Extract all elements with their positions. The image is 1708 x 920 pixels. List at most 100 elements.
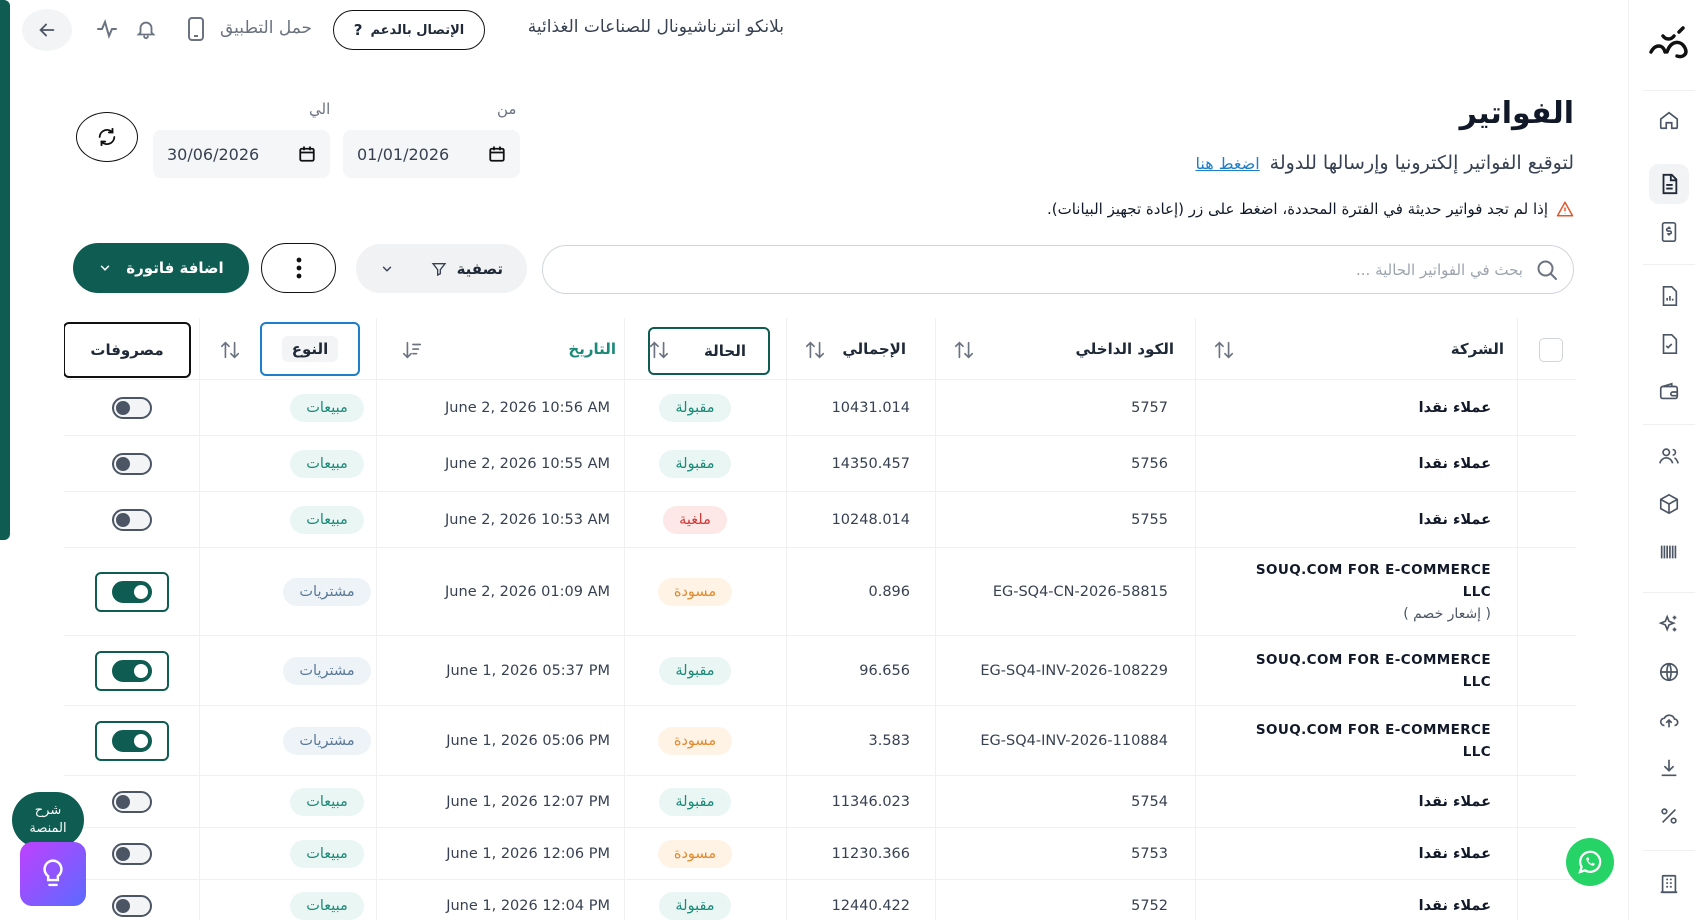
percent-icon: [1661, 808, 1677, 824]
table-row[interactable]: عملاء نقدا 5755 10248.014 ملغية June 2, …: [64, 492, 1576, 548]
to-date-input[interactable]: 30/06/2026: [153, 130, 330, 178]
total-cell: 3.583: [868, 732, 910, 749]
to-date-label: الي: [309, 100, 331, 118]
sidebar-item-taxes[interactable]: [1649, 796, 1689, 836]
expense-toggle[interactable]: [112, 842, 152, 865]
sidebar-item-barcodes[interactable]: [1649, 532, 1689, 572]
table-row[interactable]: SOUQ.COM FOR E-COMMERCE LLC ( إشعار خصم …: [64, 548, 1576, 636]
sidebar-item-customers[interactable]: [1649, 436, 1689, 476]
sort-descending-icon[interactable]: [401, 339, 423, 361]
search-input[interactable]: بحث في الفواتير الحالية ...: [1356, 261, 1523, 279]
sort-icon[interactable]: [953, 339, 975, 361]
code-cell: EG-SQ4-INV-2026-108229: [980, 662, 1168, 679]
bell-icon[interactable]: [133, 16, 159, 42]
add-invoice-label: اضافة فاتورة: [126, 259, 224, 277]
company-cell: SOUQ.COM FOR E-COMMERCE LLC ( إشعار خصم …: [1231, 548, 1491, 635]
sort-icon[interactable]: [219, 339, 241, 361]
sidebar-item-ai[interactable]: [1649, 604, 1689, 644]
barcode-icon: [1660, 545, 1677, 559]
sidebar-item-home[interactable]: [1649, 100, 1689, 140]
expense-toggle[interactable]: [112, 452, 152, 475]
more-options-button[interactable]: [261, 243, 336, 293]
refresh-data-button[interactable]: [76, 112, 138, 162]
status-badge: مقبولة: [659, 449, 731, 478]
sort-icon[interactable]: [1213, 339, 1235, 361]
brand-logo: [1649, 26, 1688, 59]
sidebar-item-products[interactable]: [1649, 484, 1689, 524]
expense-toggle[interactable]: [112, 396, 152, 419]
company-name-line: LLC: [1462, 673, 1491, 690]
add-invoice-button[interactable]: اضافة فاتورة: [73, 243, 249, 293]
table-row[interactable]: SOUQ.COM FOR E-COMMERCE LLC EG-SQ4-INV-2…: [64, 636, 1576, 706]
whatsapp-button[interactable]: [1566, 838, 1614, 886]
refresh-icon: [98, 127, 116, 147]
search-icon: [1537, 260, 1557, 280]
sidebar-item-global[interactable]: [1649, 652, 1689, 692]
table-row[interactable]: عملاء نقدا 5752 12440.422 مقبولة June 1,…: [64, 880, 1576, 920]
column-internal-code[interactable]: الكود الداخلي: [1075, 318, 1174, 380]
type-badge: مبيعات: [290, 505, 364, 534]
table-row[interactable]: عملاء نقدا 5756 14350.457 مقبولة June 2,…: [64, 436, 1576, 492]
table-row[interactable]: عملاء نقدا 5757 10431.014 مقبولة June 2,…: [64, 380, 1576, 436]
platform-guide-bubble[interactable]: شرح المنصة: [12, 792, 84, 848]
mobile-phone-icon[interactable]: [183, 16, 209, 42]
sidebar-item-download[interactable]: [1649, 748, 1689, 788]
column-type[interactable]: النوع: [260, 322, 360, 376]
sidebar: [1628, 0, 1708, 920]
lightbulb-icon: [43, 859, 63, 887]
expense-toggle[interactable]: [112, 508, 152, 531]
table-row[interactable]: SOUQ.COM FOR E-COMMERCE LLC EG-SQ4-INV-2…: [64, 706, 1576, 776]
table-row[interactable]: عملاء نقدا 5754 11346.023 مقبولة June 1,…: [64, 776, 1576, 828]
expense-toggle[interactable]: [112, 659, 152, 682]
column-total[interactable]: الإجمالي: [842, 318, 906, 380]
calendar-icon: [299, 146, 315, 162]
expense-toggle[interactable]: [112, 894, 152, 917]
contact-support-button[interactable]: الإتصال بالدعم ?: [333, 10, 485, 50]
total-cell: 10431.014: [831, 399, 910, 416]
from-date-value: 01/01/2026: [357, 144, 450, 164]
expense-toggle[interactable]: [112, 729, 152, 752]
tips-button[interactable]: [20, 842, 86, 906]
users-icon: [1659, 448, 1679, 464]
sidebar-separator: [1643, 850, 1695, 851]
calendar-icon: [489, 146, 505, 162]
date-cell: June 2, 2026 01:09 AM: [445, 583, 610, 600]
column-company[interactable]: الشركة: [1451, 318, 1504, 380]
dollar-document-icon: [1661, 222, 1677, 242]
box-icon: [1659, 493, 1679, 515]
sidebar-item-receipts[interactable]: [1649, 212, 1689, 252]
table-row[interactable]: عملاء نقدا 5753 11230.366 مسودة June 1, …: [64, 828, 1576, 880]
sidebar-item-company[interactable]: [1649, 864, 1689, 904]
sidebar-item-wallet[interactable]: [1649, 372, 1689, 412]
sidebar-item-upload[interactable]: [1649, 700, 1689, 740]
invoices-table: الشركة الكود الداخلي الإجمالي الحالة الت…: [64, 318, 1576, 920]
column-expenses[interactable]: مصروفات: [64, 322, 191, 378]
building-icon: [1660, 874, 1678, 894]
code-cell: 5755: [1131, 511, 1168, 528]
from-date-input[interactable]: 01/01/2026: [343, 130, 520, 178]
back-button[interactable]: [22, 9, 72, 51]
guide-label-line2: المنصة: [29, 821, 67, 836]
sidebar-item-invoices[interactable]: [1649, 164, 1689, 204]
invoice-search[interactable]: بحث في الفواتير الحالية ...: [542, 245, 1574, 294]
sidebar-item-approved[interactable]: [1649, 324, 1689, 364]
download-app-link[interactable]: حمل التطبيق: [220, 18, 312, 38]
expense-toggle[interactable]: [112, 580, 152, 603]
page-title: الفواتير: [1459, 96, 1574, 131]
sort-icon[interactable]: [804, 339, 826, 361]
select-all-checkbox[interactable]: [1539, 338, 1563, 362]
sort-icon[interactable]: [648, 339, 670, 361]
total-cell: 14350.457: [831, 455, 910, 472]
status-badge: مسودة: [657, 839, 733, 868]
click-here-link[interactable]: اضغط هنا: [1195, 154, 1259, 173]
type-badge: مشتريات: [283, 577, 371, 606]
filter-dropdown[interactable]: تصفية: [356, 244, 527, 293]
expense-toggle[interactable]: [112, 790, 152, 813]
date-cell: June 2, 2026 10:55 AM: [445, 455, 610, 472]
activity-icon[interactable]: [94, 16, 120, 42]
notice-text: إذا لم تجد فواتير حديثة في الفترة المحدد…: [1046, 200, 1548, 218]
expense-toggle-frame: [95, 650, 169, 691]
to-date-value: 30/06/2026: [167, 144, 260, 164]
column-date[interactable]: التاريخ: [568, 318, 616, 380]
sidebar-item-reports[interactable]: [1649, 276, 1689, 316]
